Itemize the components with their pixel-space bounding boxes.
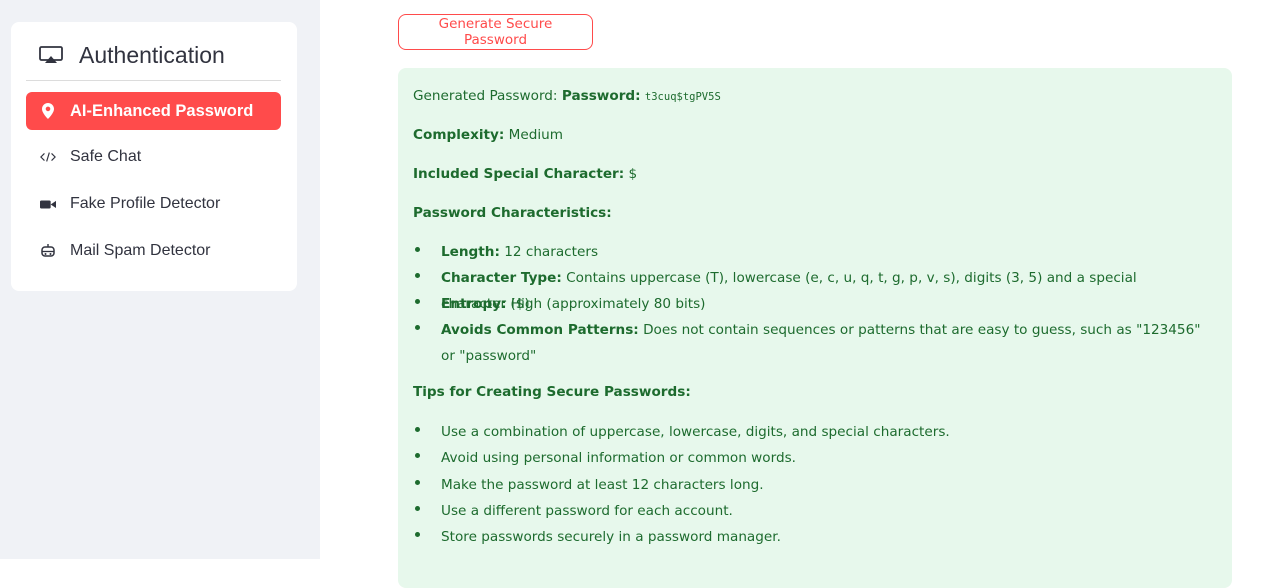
video-camera-icon: [40, 196, 56, 212]
characteristics-heading-text: Password Characteristics:: [413, 205, 612, 221]
location-pin-icon: [40, 103, 56, 119]
sidebar-item-fake-profile-detector[interactable]: Fake Profile Detector: [26, 185, 281, 223]
robot-icon: [40, 243, 56, 259]
list-item-text: Use a combination of uppercase, lowercas…: [441, 424, 950, 440]
list-item-text: Make the password at least 12 characters…: [441, 477, 764, 493]
complexity-line: Complexity: Medium: [413, 127, 563, 143]
bullet-icon: [415, 273, 420, 278]
list-item-label: Character Type:: [441, 270, 562, 286]
list-item-text: Use a different password for each accoun…: [441, 503, 733, 519]
bullet-icon: [415, 299, 420, 304]
sidebar-item-label: Mail Spam Detector: [70, 242, 211, 259]
bullet-icon: [415, 453, 420, 458]
list-item-label: Entropy:: [441, 296, 507, 312]
sidebar-item-mail-spam-detector[interactable]: Mail Spam Detector: [26, 232, 281, 270]
list-item-text: High (approximately 80 bits): [506, 296, 706, 312]
special-character-line: Included Special Character: $: [413, 166, 637, 182]
sidebar-item-label: Safe Chat: [70, 148, 142, 165]
password-value: t3cuq$tgPV5S: [644, 91, 721, 103]
sidebar-item-label: Fake Profile Detector: [70, 195, 221, 212]
bullet-icon: [415, 325, 420, 330]
complexity-value: Medium: [504, 127, 564, 143]
characteristics-heading: Password Characteristics:: [413, 205, 612, 221]
generate-password-button[interactable]: Generate Secure Password: [398, 14, 593, 50]
password-label: Password:: [561, 88, 641, 104]
airplay-icon: [39, 46, 63, 63]
tips-heading: Tips for Creating Secure Passwords:: [413, 384, 691, 400]
list-item-text: Avoid using personal information or comm…: [441, 450, 797, 466]
password-result-panel: Generated Password: Password: t3cuq$tgPV…: [398, 68, 1232, 588]
bullet-icon: [415, 506, 420, 511]
bullet-icon: [415, 427, 420, 432]
sidebar-item-safe-chat[interactable]: Safe Chat: [26, 138, 281, 176]
generated-password-prefix: Generated Password:: [413, 88, 562, 104]
bullet-icon: [415, 532, 420, 537]
sidebar-item-ai-enhanced-password[interactable]: AI-Enhanced Password: [26, 92, 281, 130]
sidebar-header: Authentication: [26, 30, 281, 81]
bullet-icon: [415, 247, 420, 252]
sidebar-title: Authentication: [79, 41, 225, 68]
tips-heading-text: Tips for Creating Secure Passwords:: [413, 384, 691, 400]
special-character-label: Included Special Character:: [413, 166, 625, 182]
generated-password-line: Generated Password: Password: t3cuq$tgPV…: [413, 88, 721, 104]
code-icon: [40, 149, 56, 165]
sidebar-item-label: AI-Enhanced Password: [70, 101, 254, 120]
bullet-icon: [415, 480, 420, 485]
complexity-label: Complexity:: [413, 127, 505, 143]
list-item-label: Length:: [441, 244, 500, 260]
list-item-text: Store passwords securely in a password m…: [441, 529, 781, 545]
list-item-text: 12 characters: [499, 244, 599, 260]
list-item-label: Avoids Common Patterns:: [441, 322, 639, 338]
special-character-value: $: [624, 166, 638, 182]
